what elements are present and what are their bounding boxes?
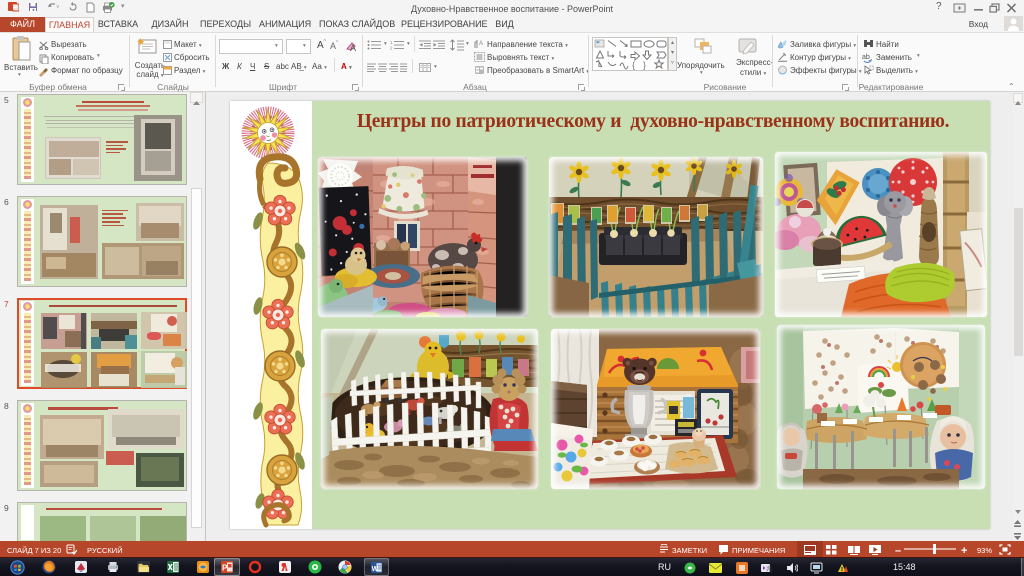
svg-text:A: A: [350, 43, 356, 52]
svg-text:ab: ab: [862, 54, 870, 61]
svg-text:P: P: [222, 564, 228, 573]
svg-text:}: }: [643, 60, 646, 70]
svg-text:兆: 兆: [766, 565, 772, 573]
svg-text:А: А: [479, 41, 483, 47]
svg-text:W: W: [372, 565, 379, 572]
svg-text:{: {: [632, 60, 635, 70]
svg-text:1: 1: [390, 40, 393, 45]
svg-text:2: 2: [390, 46, 393, 51]
